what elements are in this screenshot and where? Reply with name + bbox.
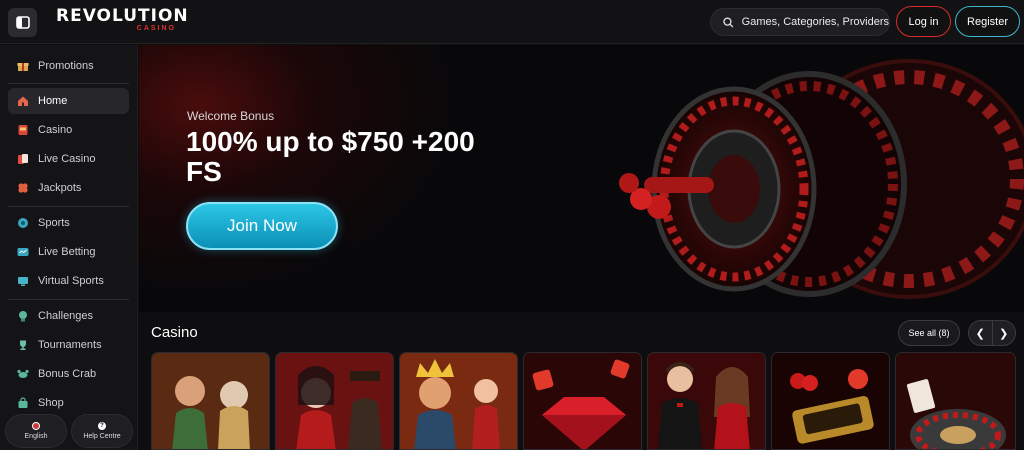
- sidebar-item-casino[interactable]: Casino: [8, 117, 129, 143]
- badge-icon: [17, 310, 29, 322]
- game-tile[interactable]: [523, 352, 642, 450]
- top-header: REVOLUTION CASINO Games, Categories, Pro…: [0, 0, 1024, 44]
- sidebar-item-challenges[interactable]: Challenges: [8, 303, 129, 329]
- search-icon: [723, 16, 734, 28]
- sidebar-item-home[interactable]: Home: [8, 88, 129, 114]
- brand-logo[interactable]: REVOLUTION CASINO: [56, 6, 189, 35]
- casino-section-title: Casino: [151, 324, 198, 341]
- sidebar-item-label: Tournaments: [38, 339, 102, 351]
- game-thumbnail: [772, 353, 889, 449]
- flag-icon: [32, 422, 40, 430]
- sidebar-item-label: Bonus Crab: [38, 368, 97, 380]
- slot-icon: [17, 124, 29, 136]
- sidebar-item-label: Challenges: [38, 310, 94, 322]
- join-now-button[interactable]: Join Now: [186, 202, 338, 250]
- game-thumbnail: [896, 353, 1015, 449]
- home-icon: [17, 95, 29, 107]
- help-label: Help Centre: [83, 433, 121, 440]
- shop-icon: [17, 397, 29, 409]
- game-thumbnail: [276, 353, 393, 449]
- search-placeholder: Games, Categories, Providers: [741, 16, 889, 28]
- game-tile[interactable]: [399, 352, 518, 450]
- search-input[interactable]: Games, Categories, Providers: [710, 8, 890, 36]
- sidebar-item-tournaments[interactable]: Tournaments: [8, 332, 129, 358]
- crab-icon: [17, 368, 29, 380]
- language-label: English: [24, 433, 48, 440]
- sidebar-item-sports[interactable]: Sports: [8, 210, 129, 236]
- sidebar-item-label: Home: [38, 95, 68, 107]
- game-thumbnail: [648, 353, 765, 449]
- see-all-button[interactable]: See all (8): [898, 320, 960, 346]
- sidebar: Promotions Home Casino Live Casino Jackp…: [0, 45, 138, 450]
- help-icon: ?: [98, 422, 106, 430]
- game-tile[interactable]: [275, 352, 394, 450]
- game-tile[interactable]: [895, 352, 1016, 450]
- sidebar-item-label: Jackpots: [38, 182, 82, 194]
- sidebar-toggle-button[interactable]: [8, 8, 37, 37]
- sidebar-item-label: Live Casino: [38, 153, 96, 165]
- game-thumbnail: [152, 353, 269, 449]
- sidebar-item-label: Promotions: [38, 60, 94, 72]
- sidebar-item-label: Live Betting: [38, 246, 96, 258]
- virtual-icon: [17, 275, 29, 287]
- sidebar-item-virtual-sports[interactable]: Virtual Sports: [8, 268, 129, 294]
- sidebar-item-bonus-crab[interactable]: Bonus Crab: [8, 361, 129, 387]
- logo-main-text: REVOLUTION: [56, 6, 189, 26]
- game-thumbnail: [400, 353, 517, 449]
- chevron-right-icon[interactable]: ❯: [993, 321, 1016, 345]
- sidebar-item-label: Virtual Sports: [38, 275, 104, 287]
- sidebar-item-jackpots[interactable]: Jackpots: [8, 175, 129, 201]
- register-button[interactable]: Register: [955, 6, 1020, 37]
- game-tile[interactable]: [771, 352, 890, 450]
- hero-title: 100% up to $750 +200 FS: [186, 126, 475, 187]
- carousel-controls: ❮ ❯: [968, 320, 1016, 346]
- clover-icon: [17, 182, 29, 194]
- sidebar-item-shop[interactable]: Shop: [8, 390, 129, 416]
- login-button[interactable]: Log in: [896, 6, 951, 37]
- cards-icon: [17, 153, 29, 165]
- sidebar-item-label: Shop: [38, 397, 64, 409]
- language-selector[interactable]: English: [5, 414, 67, 448]
- logo-sub-text: CASINO: [136, 25, 176, 32]
- gift-icon: [17, 60, 29, 72]
- sidebar-item-live-betting[interactable]: Live Betting: [8, 239, 129, 265]
- game-tile[interactable]: [151, 352, 270, 450]
- trophy-icon: [17, 339, 29, 351]
- game-thumbnail: [524, 353, 641, 449]
- roulette-wheel-illustration: [619, 59, 1024, 299]
- chevron-left-icon[interactable]: ❮: [969, 321, 993, 345]
- sidebar-item-promotions[interactable]: Promotions: [8, 53, 129, 79]
- sidebar-divider: [8, 83, 129, 84]
- game-tile[interactable]: [647, 352, 766, 450]
- sidebar-divider: [8, 206, 129, 207]
- sidebar-item-label: Sports: [38, 217, 70, 229]
- live-icon: [17, 246, 29, 258]
- sidebar-item-live-casino[interactable]: Live Casino: [8, 146, 129, 172]
- sidebar-item-label: Casino: [38, 124, 73, 136]
- sidebar-divider: [8, 299, 129, 300]
- hero-banner[interactable]: Welcome Bonus 100% up to $750 +200 FS Jo…: [139, 45, 1024, 312]
- hero-subtitle: Welcome Bonus: [187, 109, 275, 123]
- football-icon: [17, 217, 29, 229]
- sidebar-toggle-icon: [15, 16, 30, 29]
- help-centre-button[interactable]: ? Help Centre: [71, 414, 133, 448]
